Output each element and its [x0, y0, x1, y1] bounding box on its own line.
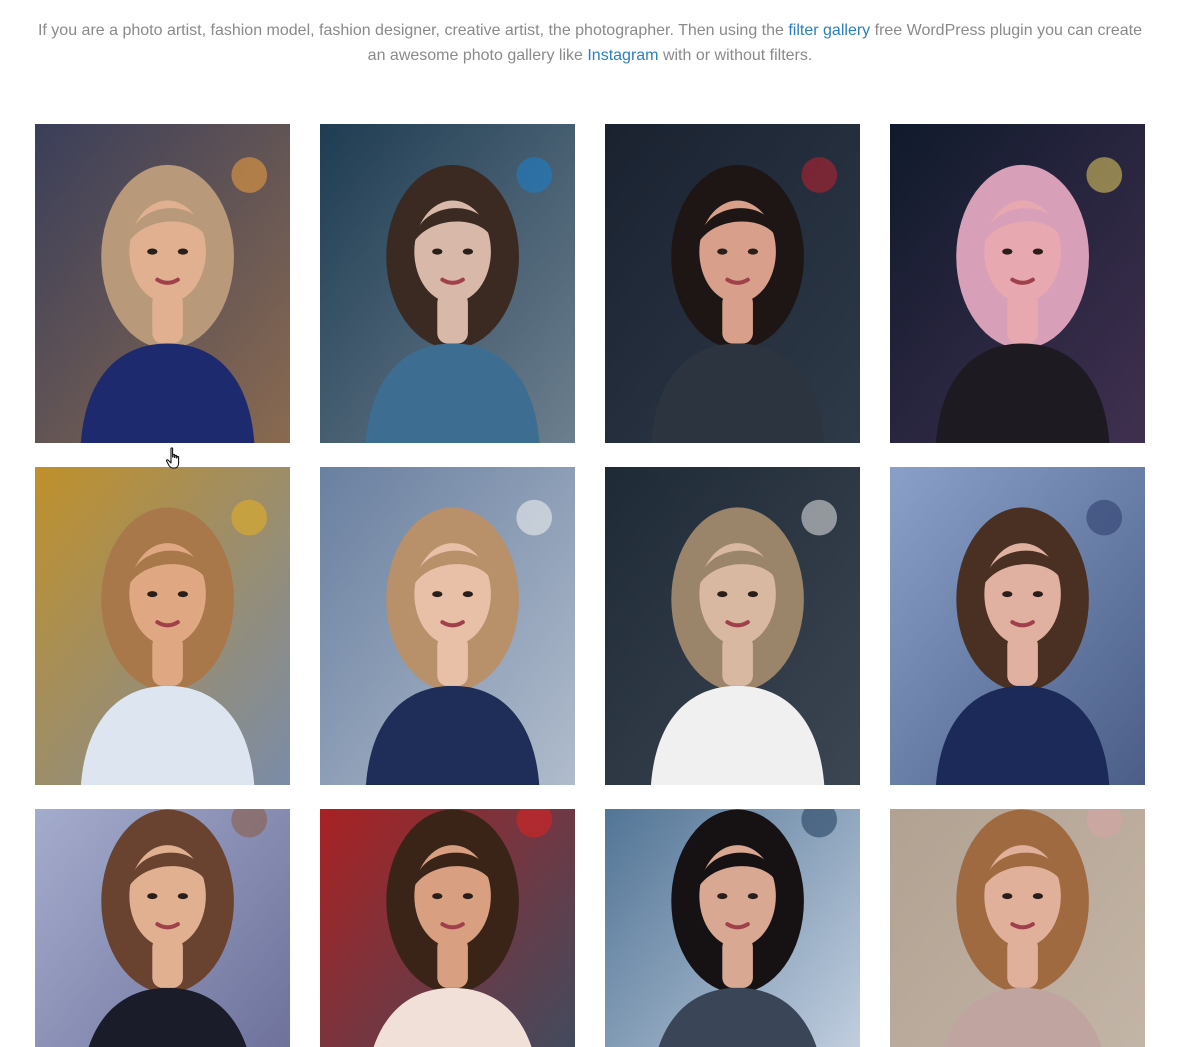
- gallery-photo[interactable]: [35, 809, 290, 1047]
- portrait-image: [320, 467, 575, 785]
- gallery-photo[interactable]: [320, 467, 575, 785]
- gallery-photo[interactable]: [605, 124, 860, 443]
- portrait-image: [890, 809, 1145, 1047]
- photo-gallery: [35, 124, 1145, 1047]
- portrait-image: [890, 124, 1145, 443]
- portrait-image: [605, 124, 860, 443]
- gallery-photo[interactable]: [605, 809, 860, 1047]
- gallery-photo[interactable]: [35, 467, 290, 785]
- portrait-image: [890, 467, 1145, 785]
- intro-paragraph: If you are a photo artist, fashion model…: [30, 18, 1150, 68]
- intro-text-1: If you are a photo artist, fashion model…: [37, 22, 789, 39]
- portrait-image: [605, 809, 860, 1047]
- gallery-photo[interactable]: [320, 809, 575, 1047]
- gallery-photo[interactable]: [320, 124, 575, 443]
- portrait-image: [35, 809, 290, 1047]
- portrait-image: [605, 467, 860, 785]
- gallery-photo[interactable]: [890, 467, 1145, 785]
- filter-gallery-link[interactable]: filter gallery: [788, 22, 870, 39]
- portrait-image: [35, 124, 290, 443]
- gallery-photo[interactable]: [605, 467, 860, 785]
- portrait-image: [35, 467, 290, 785]
- portrait-image: [320, 124, 575, 443]
- instagram-link[interactable]: Instagram: [587, 47, 658, 64]
- gallery-photo[interactable]: [890, 124, 1145, 443]
- portrait-image: [320, 809, 575, 1047]
- intro-text-3: with or without filters.: [658, 47, 813, 64]
- gallery-photo[interactable]: [35, 124, 290, 443]
- gallery-photo[interactable]: [890, 809, 1145, 1047]
